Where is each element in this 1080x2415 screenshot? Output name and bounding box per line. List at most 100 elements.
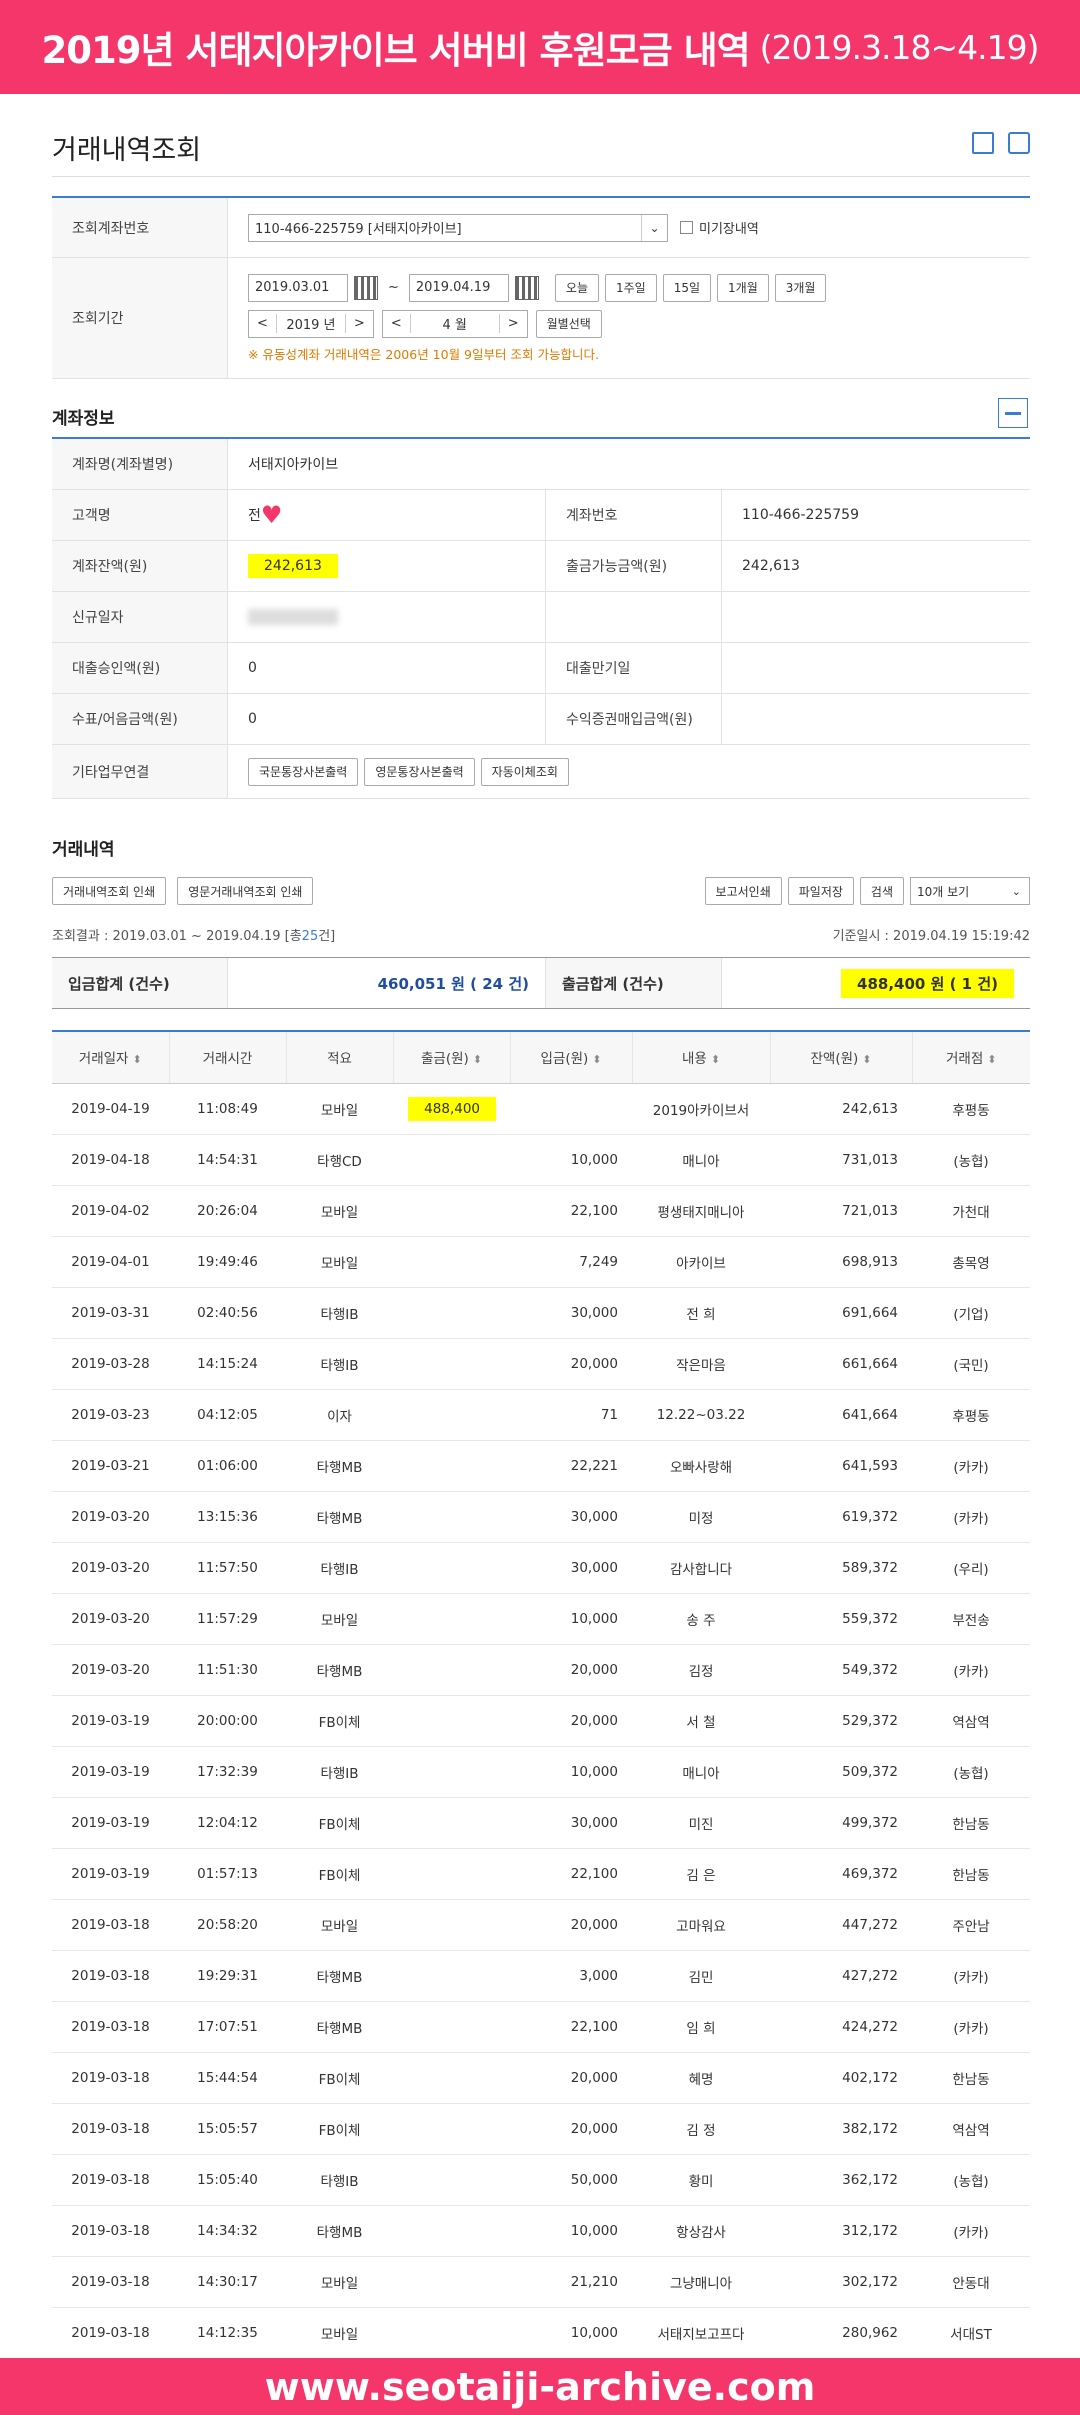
- table-cell: 17:32:39: [169, 1746, 286, 1798]
- chevron-down-icon[interactable]: ⌄: [641, 214, 667, 241]
- table-cell: FB이체: [286, 2103, 393, 2155]
- search-button[interactable]: 검색: [859, 877, 904, 905]
- sort-icon[interactable]: ⬍: [473, 1053, 482, 1066]
- column-header[interactable]: 출금(원) ⬍: [392, 1030, 510, 1084]
- table-cell: [393, 2052, 510, 2104]
- table-cell: 모바일: [286, 1083, 393, 1135]
- sort-icon[interactable]: ⬍: [592, 1053, 601, 1066]
- table-cell: 2019-03-18: [52, 2256, 169, 2308]
- chevron-right-icon[interactable]: >: [346, 316, 373, 331]
- chevron-left-icon[interactable]: <: [249, 316, 276, 331]
- cell-value: 302,172: [842, 2273, 898, 2290]
- cell-value: 362,172: [842, 2171, 898, 2188]
- cell-value: FB이체: [318, 1867, 361, 1884]
- print-history-button[interactable]: 거래내역조회 인쇄: [52, 877, 167, 905]
- calendar-icon[interactable]: [514, 275, 539, 300]
- column-header[interactable]: 잔액(원) ⬍: [769, 1030, 912, 1084]
- quick-today-button[interactable]: 오늘: [554, 273, 599, 302]
- cell-value: 2019-03-18: [71, 2018, 150, 2035]
- date-from-input[interactable]: 2019.03.01: [248, 273, 348, 302]
- table-cell: 2019-03-18: [52, 2154, 169, 2206]
- table-cell: 3,000: [510, 1950, 632, 2002]
- calendar-icon[interactable]: [354, 275, 378, 300]
- cell-value: 14:34:32: [197, 2222, 258, 2239]
- month-stepper[interactable]: < 4 월 >: [381, 309, 528, 338]
- cell-value: FB이체: [318, 1816, 361, 1833]
- quick-3month-button[interactable]: 3개월: [774, 273, 827, 302]
- print-english-history-button[interactable]: 영문거래내역조회 인쇄: [177, 877, 314, 905]
- sort-icon[interactable]: ⬍: [711, 1053, 720, 1066]
- quick-1month-button[interactable]: 1개월: [717, 273, 769, 302]
- cell-value: 감사합니다: [669, 1561, 733, 1578]
- table-cell: 14:12:35: [169, 2307, 286, 2359]
- table-cell: 모바일: [286, 1185, 393, 1237]
- table-cell: 2019-04-19: [52, 1083, 169, 1135]
- download-icon[interactable]: [972, 132, 994, 154]
- cell-value: 21,210: [570, 2273, 618, 2290]
- year-stepper[interactable]: < 2019 년 >: [248, 309, 374, 338]
- table-cell: [393, 2001, 510, 2053]
- table-cell: 2019-03-20: [52, 1644, 169, 1696]
- table-cell: 항상감사: [632, 2205, 770, 2257]
- cell-value: 3,000: [579, 1967, 618, 1984]
- table-cell: 서 철: [632, 1695, 770, 1747]
- table-cell: 황미: [632, 2154, 770, 2206]
- chevron-down-icon[interactable]: ⌄: [1012, 885, 1021, 898]
- table-cell: 안동대: [912, 2256, 1030, 2308]
- view-count-select[interactable]: 10개 보기 ⌄: [910, 877, 1030, 905]
- cell-value: 타행MB: [316, 2020, 363, 2037]
- column-header[interactable]: 거래일자 ⬍: [52, 1030, 169, 1084]
- collapse-icon[interactable]: [998, 398, 1028, 428]
- table-cell: 30,000: [510, 1542, 632, 1594]
- chevron-right-icon[interactable]: >: [500, 316, 527, 331]
- report-print-button[interactable]: 보고서인쇄: [704, 877, 782, 905]
- sort-icon[interactable]: ⬍: [987, 1053, 996, 1066]
- cell-value: 모바일: [320, 1255, 359, 1272]
- table-cell: 주안남: [912, 1899, 1030, 1951]
- date-to-input[interactable]: 2019.04.19: [408, 273, 509, 302]
- sort-icon[interactable]: ⬍: [862, 1053, 871, 1066]
- column-header[interactable]: 거래점 ⬍: [911, 1030, 1030, 1084]
- month-select-button[interactable]: 월별선택: [535, 309, 602, 338]
- table-cell: 2019-04-01: [52, 1236, 169, 1288]
- table-cell: (우리): [912, 1542, 1030, 1594]
- english-passbook-button[interactable]: 영문통장사본출력: [364, 757, 475, 786]
- table-cell: 362,172: [770, 2154, 912, 2206]
- cell-value: 타행IB: [320, 1765, 359, 1782]
- table-cell: 19:29:31: [169, 1950, 286, 2002]
- table-cell: 2019-03-31: [52, 1287, 169, 1339]
- cell-value: FB이체: [318, 2071, 361, 2088]
- table-cell: 2019-03-19: [52, 1848, 169, 1900]
- table-cell: 2019-03-19: [52, 1797, 169, 1849]
- quick-1week-button[interactable]: 1주일: [605, 273, 657, 302]
- korean-passbook-button[interactable]: 국문통장사본출력: [248, 757, 359, 786]
- sort-icon[interactable]: ⬍: [132, 1053, 141, 1066]
- cell-value: 평생태지매니아: [657, 1204, 745, 1221]
- table-cell: 한남동: [912, 1797, 1030, 1849]
- print-icon[interactable]: [1008, 132, 1030, 154]
- table-cell: 가천대: [912, 1185, 1030, 1237]
- file-save-button[interactable]: 파일저장: [787, 877, 854, 905]
- column-header[interactable]: 입금(원) ⬍: [509, 1030, 632, 1084]
- table-cell: [393, 2154, 510, 2206]
- table-cell: 21,210: [510, 2256, 632, 2308]
- table-cell: [393, 2307, 510, 2359]
- chevron-left-icon[interactable]: <: [383, 316, 410, 331]
- blurred-value: [248, 609, 338, 625]
- table-cell: 30,000: [510, 1491, 632, 1543]
- auto-transfer-button[interactable]: 자동이체조회: [480, 757, 569, 786]
- quick-15day-button[interactable]: 15일: [662, 273, 712, 302]
- table-cell: 20:58:20: [169, 1899, 286, 1951]
- table-cell: 11:57:29: [169, 1593, 286, 1645]
- account-select[interactable]: 110-466-225759 [서태지아카이브] ⌄: [248, 213, 668, 242]
- cell-value: 469,372: [842, 1865, 898, 1882]
- title-divider: [52, 176, 1030, 177]
- column-header[interactable]: 내용 ⬍: [631, 1030, 770, 1084]
- footer-banner: www.seotaiji-archive.com: [0, 2358, 1080, 2415]
- account-name-value: 서태지아카이브: [248, 457, 339, 473]
- cell-value: FB이체: [318, 1714, 361, 1731]
- cell-value: 30,000: [570, 1814, 618, 1831]
- table-cell: 모바일: [286, 1899, 393, 1951]
- cell-value: 731,013: [842, 1151, 898, 1168]
- unposted-checkbox[interactable]: [680, 221, 693, 234]
